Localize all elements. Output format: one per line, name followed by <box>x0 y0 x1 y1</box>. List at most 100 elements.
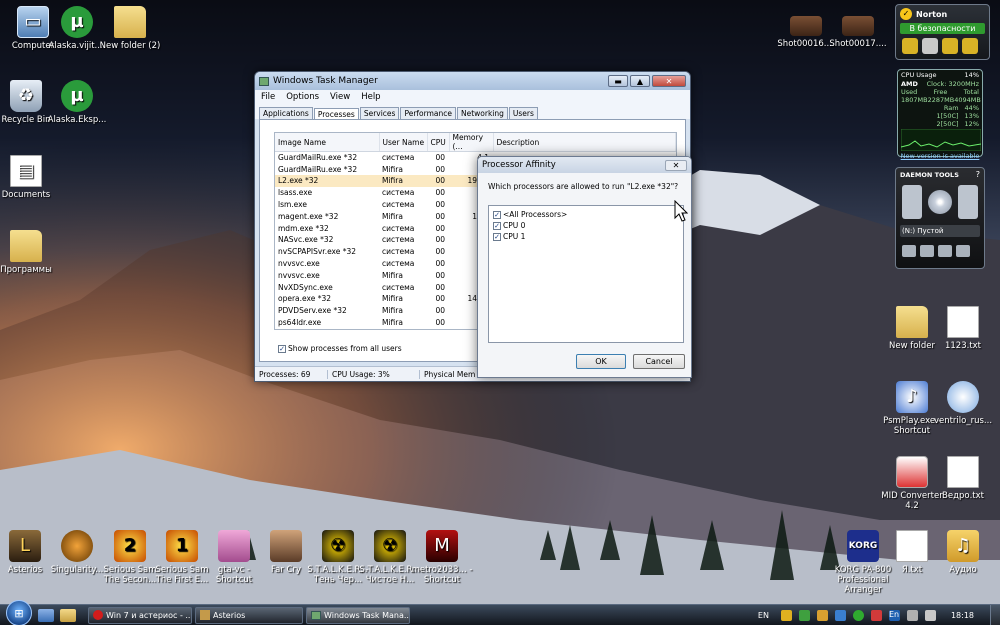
menu-file[interactable]: File <box>261 92 275 102</box>
process-cpu: 00 <box>435 318 445 328</box>
daemon-play-icon[interactable] <box>902 185 922 219</box>
desktop-icon-new-folder-2[interactable]: New folder (2) <box>97 6 163 51</box>
stalker-icon: ☢ <box>374 530 406 562</box>
ram-label: Ram <box>943 104 959 112</box>
taskbar-item-opera[interactable]: Win 7 и астериос - ... <box>88 606 192 624</box>
desktop-icon-1123-txt[interactable]: 1123.txt <box>930 306 996 351</box>
process-user-name: Mifira <box>382 164 403 174</box>
folder-icon: ♫ <box>947 530 979 562</box>
tray-flag-icon[interactable] <box>906 609 918 621</box>
documents-icon: ▤ <box>10 155 42 187</box>
stalker-icon: ☢ <box>322 530 354 562</box>
processor-checkbox-cpu0[interactable]: ✓ <box>493 222 501 230</box>
norton-gadget[interactable]: ✓ Norton В безопасности <box>895 4 990 60</box>
icon-label: Я.txt <box>901 565 923 575</box>
desktop-icon-metro2033[interactable]: M metro2033... - Shortcut <box>409 530 475 585</box>
close-button[interactable]: ✕ <box>652 75 686 87</box>
show-all-users-checkbox[interactable]: ✓ <box>278 345 286 353</box>
dialog-close-icon[interactable]: ✕ <box>665 159 687 171</box>
cpu-usage-gadget[interactable]: CPU Usage 14% AMD Clock: 3200MHz Used Fr… <box>897 69 983 160</box>
menu-options[interactable]: Options <box>286 92 319 102</box>
process-user-name: система <box>382 153 415 163</box>
tray-norton-icon[interactable] <box>780 609 792 621</box>
column-user-name[interactable]: User Name <box>379 133 428 152</box>
daemon-tools-gadget[interactable]: DAEMON TOOLS ? (N:) Пустой <box>895 167 985 269</box>
daemon-folder-icon[interactable] <box>902 245 916 257</box>
daemon-eject-icon[interactable] <box>958 185 978 219</box>
menu-view[interactable]: View <box>330 92 350 102</box>
show-desktop-button[interactable] <box>990 605 1000 625</box>
processor-checkbox-all[interactable]: ✓ <box>493 211 501 219</box>
ram-total-header: Total <box>963 88 979 96</box>
tab-performance[interactable]: Performance <box>400 107 456 119</box>
folder-icon <box>114 6 146 38</box>
process-cpu: 00 <box>435 188 445 198</box>
ok-button[interactable]: OK <box>576 354 626 369</box>
process-image-name: PDVDServ.exe *32 <box>278 306 347 316</box>
processor-option-cpu1[interactable]: ✓ CPU 1 <box>489 231 683 242</box>
norton-scan-icon[interactable] <box>902 38 918 54</box>
status-processes: Processes: 69 <box>255 369 328 379</box>
process-cpu: 00 <box>435 306 445 316</box>
column-cpu[interactable]: CPU <box>427 133 450 152</box>
norton-status: В безопасности <box>900 23 985 34</box>
process-user-name: система <box>382 188 415 198</box>
explorer-icon[interactable] <box>60 608 76 622</box>
processor-affinity-dialog[interactable]: Processor Affinity ✕ Which processors ar… <box>477 156 692 378</box>
process-cpu: 00 <box>435 153 445 163</box>
tray-lang-icon[interactable]: En <box>888 609 900 621</box>
disc-icon <box>928 190 952 214</box>
column-description[interactable]: Description <box>493 133 676 152</box>
task-manager-titlebar[interactable]: Windows Task Manager ▬ ▲ ✕ <box>255 72 690 90</box>
cpu-update-link[interactable]: New version is available <box>898 152 982 160</box>
daemon-help-icon[interactable]: ? <box>976 170 980 179</box>
processor-list[interactable]: ✓ <All Processors> ✓ CPU 0 ✓ CPU 1 <box>488 205 684 343</box>
norton-status-icon[interactable] <box>962 38 978 54</box>
tray-utorrent-icon[interactable] <box>798 609 810 621</box>
tab-users[interactable]: Users <box>508 107 538 119</box>
desktop-icon-alaska-eksp[interactable]: µ Alaska.Eksp... <box>44 80 110 125</box>
desktop-icon-shot00017[interactable]: Shot00017.... <box>825 16 891 49</box>
show-all-users-option[interactable]: ✓ Show processes from all users <box>278 344 402 353</box>
cancel-button[interactable]: Cancel <box>633 354 685 369</box>
daemon-mount-icon[interactable] <box>920 245 934 257</box>
desktop-icon-programs[interactable]: Программы <box>0 230 59 275</box>
processor-option-cpu0[interactable]: ✓ CPU 0 <box>489 220 683 231</box>
column-image-name[interactable]: Image Name <box>275 133 380 152</box>
taskbar-item-asterios[interactable]: Asterios <box>195 606 303 624</box>
affinity-question: Which processors are allowed to run "L2.… <box>488 182 679 191</box>
tab-applications[interactable]: Applications <box>259 107 313 119</box>
tray-app-icon[interactable] <box>816 609 828 621</box>
desktop-icon-audio[interactable]: ♫ Аудио <box>930 530 996 575</box>
tray-network-icon[interactable] <box>834 609 846 621</box>
norton-tools-icon[interactable] <box>942 38 958 54</box>
language-indicator[interactable]: EN <box>758 611 769 620</box>
maximize-button[interactable]: ▲ <box>630 75 650 87</box>
psmplay-icon: ♪ <box>896 381 928 413</box>
singularity-icon <box>61 530 93 562</box>
show-desktop-icon[interactable] <box>38 608 54 622</box>
menu-bar: File Options View Help <box>255 90 690 104</box>
icon-label: Singularity... <box>50 565 104 575</box>
processor-checkbox-cpu1[interactable]: ✓ <box>493 233 501 241</box>
cpu-history-graph <box>901 129 981 151</box>
norton-settings-icon[interactable] <box>922 38 938 54</box>
minimize-button[interactable]: ▬ <box>608 75 628 87</box>
tab-networking[interactable]: Networking <box>456 107 508 119</box>
daemon-add-icon[interactable] <box>938 245 952 257</box>
desktop-icon-documents[interactable]: ▤ Documents <box>0 155 59 200</box>
daemon-drive-icon[interactable] <box>956 245 970 257</box>
desktop-icon-ventrilo[interactable]: ventrilo_rus... <box>930 381 996 426</box>
clock[interactable]: 18:18 <box>951 611 974 620</box>
tray-volume-icon[interactable] <box>924 609 936 621</box>
tray-antivirus-icon[interactable] <box>870 609 882 621</box>
desktop-icon-vedro-txt[interactable]: Ведро.txt <box>930 456 996 501</box>
tab-services[interactable]: Services <box>359 107 400 119</box>
tray-skype-icon[interactable] <box>852 609 864 621</box>
process-user-name: Mifira <box>382 294 403 304</box>
taskbar-item-task-manager[interactable]: Windows Task Mana... <box>306 606 410 624</box>
processor-option-all[interactable]: ✓ <All Processors> <box>489 206 683 220</box>
start-button[interactable]: ⊞ <box>6 600 32 625</box>
column-memory[interactable]: Memory (... <box>449 133 494 152</box>
menu-help[interactable]: Help <box>361 92 380 102</box>
